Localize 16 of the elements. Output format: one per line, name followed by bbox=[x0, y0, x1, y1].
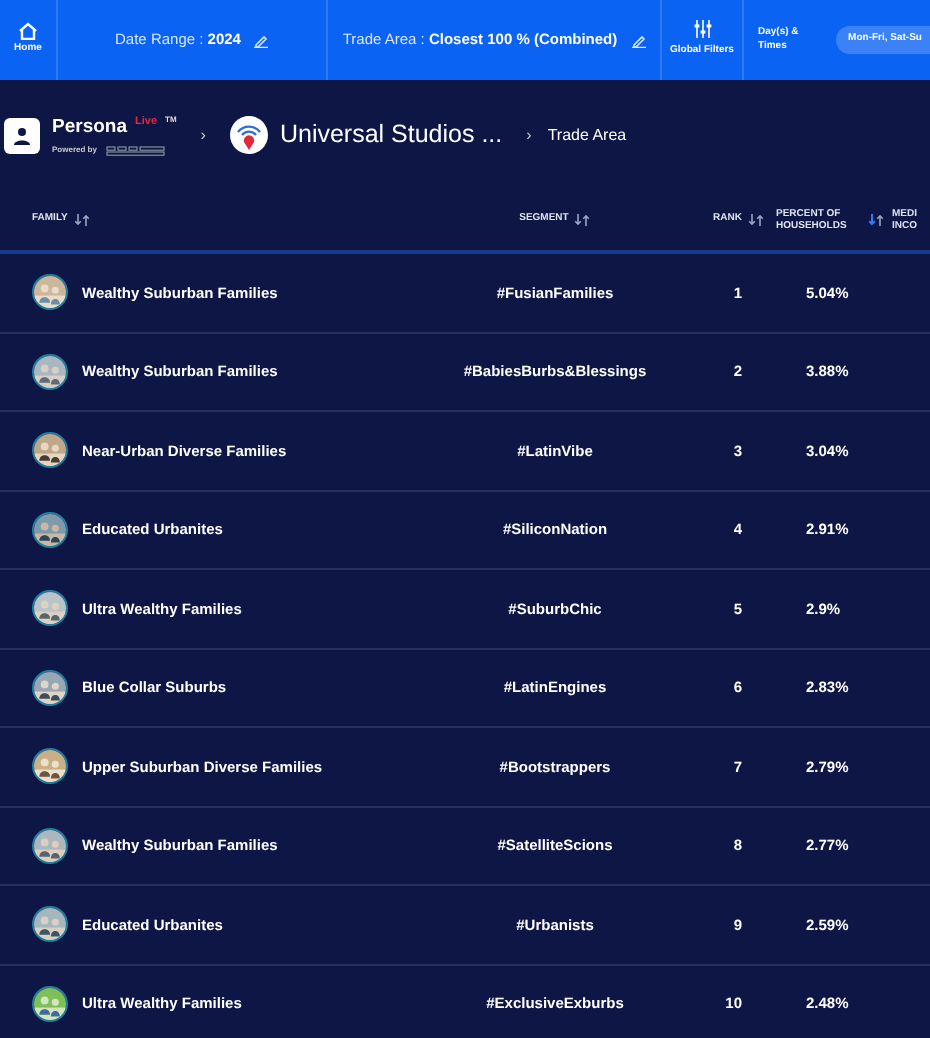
sort-icon[interactable] bbox=[868, 214, 884, 226]
home-icon[interactable] bbox=[18, 22, 38, 41]
page-title: Trade Area bbox=[547, 123, 627, 147]
edit-icon[interactable] bbox=[254, 33, 269, 47]
person-icon bbox=[12, 125, 32, 145]
filters-icon[interactable] bbox=[693, 20, 711, 39]
partner-logo-drawing bbox=[106, 145, 167, 156]
location-name[interactable]: Universal Studios ... bbox=[279, 116, 503, 154]
brand-name: Persona bbox=[52, 113, 127, 142]
sort-icon[interactable] bbox=[748, 214, 764, 226]
edit-icon[interactable] bbox=[631, 33, 646, 47]
breadcrumb-separator: › bbox=[200, 123, 206, 147]
location-signal-icon bbox=[229, 116, 268, 154]
sort-icon[interactable] bbox=[73, 214, 90, 226]
sort-icon[interactable] bbox=[574, 214, 591, 226]
breadcrumb-separator: › bbox=[526, 123, 532, 147]
